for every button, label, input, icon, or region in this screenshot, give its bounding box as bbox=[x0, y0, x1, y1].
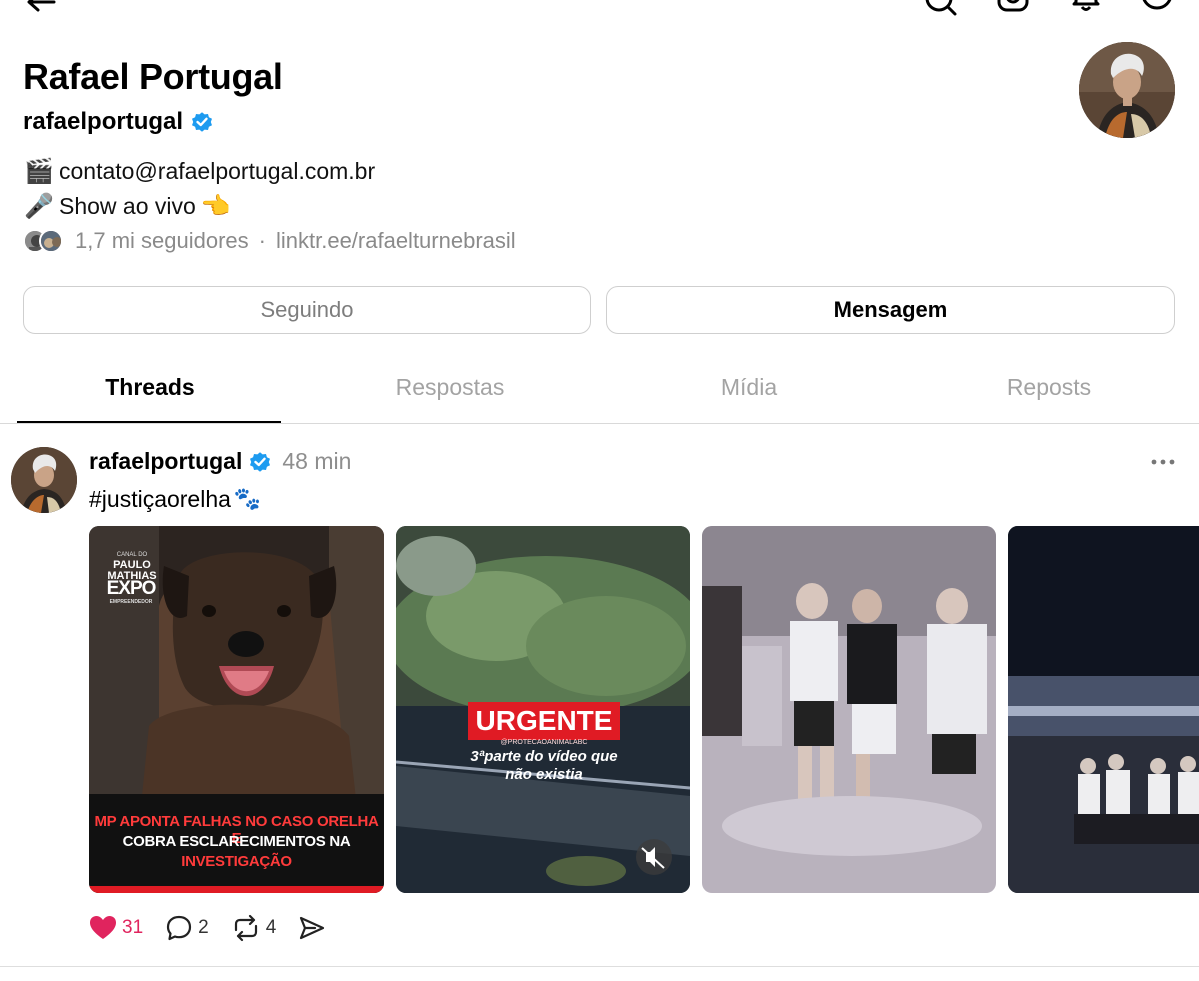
bio-email[interactable]: contato@rafaelportugal.com.br bbox=[59, 158, 375, 185]
send-icon bbox=[300, 916, 325, 940]
verified-badge-icon bbox=[192, 112, 213, 132]
post-media-3[interactable] bbox=[702, 526, 996, 893]
repost-action[interactable]: 4 bbox=[231, 914, 277, 942]
follower-avatars[interactable] bbox=[23, 228, 67, 254]
expo-sub: EMPREENDEDOR bbox=[109, 599, 153, 605]
post-header: rafaelportugal 48 min bbox=[89, 448, 351, 475]
bell-icon[interactable] bbox=[1068, 0, 1104, 18]
reply-action[interactable]: 2 bbox=[165, 914, 209, 942]
share-action[interactable] bbox=[298, 914, 331, 942]
back-arrow-icon[interactable] bbox=[24, 0, 58, 16]
headline-line3: INVESTIGAÇÃO bbox=[181, 853, 292, 870]
profile-name: Rafael Portugal bbox=[23, 56, 283, 97]
profile-link[interactable]: linktr.ee/rafaelturnebrasil bbox=[276, 228, 516, 254]
followers-row: 1,7 mi seguidores · linktr.ee/rafaelturn… bbox=[23, 228, 516, 254]
urgent-caption-line1: 3ªparte do vídeo que bbox=[470, 748, 618, 765]
headline-line2: COBRA ESCLARECIMENTOS NA bbox=[122, 833, 351, 850]
followers-count[interactable]: 1,7 mi seguidores bbox=[75, 228, 249, 254]
like-count: 31 bbox=[122, 917, 144, 938]
pointing-hand-emoji: 👈 bbox=[200, 192, 231, 220]
tab-threads[interactable]: Threads bbox=[0, 374, 300, 401]
post-avatar[interactable] bbox=[11, 447, 77, 513]
following-button[interactable]: Seguindo bbox=[23, 286, 591, 334]
post-username[interactable]: rafaelportugal bbox=[89, 448, 242, 475]
separator-dot: · bbox=[258, 228, 266, 253]
profile-avatar[interactable] bbox=[1079, 42, 1175, 138]
like-action[interactable]: 31 bbox=[89, 915, 143, 941]
repost-icon bbox=[234, 914, 257, 942]
post-media-1[interactable]: CANAL DO PAULO MATHIAS EXPO EMPREENDEDOR… bbox=[89, 526, 384, 893]
instagram-icon[interactable] bbox=[996, 0, 1032, 18]
post-media-4[interactable] bbox=[1008, 526, 1199, 893]
follower-avatar bbox=[39, 229, 63, 253]
tab-reposts[interactable]: Reposts bbox=[899, 374, 1199, 401]
urgent-badge: URGENTE bbox=[468, 702, 620, 740]
heart-filled-icon bbox=[90, 916, 116, 939]
urgent-source: @PROTECAOANIMALABC bbox=[500, 739, 588, 746]
verified-badge-icon bbox=[250, 451, 271, 472]
top-bar bbox=[0, 0, 1199, 20]
bio-email-line: 🎬 contato@rafaelportugal.com.br bbox=[23, 157, 375, 185]
profile-handle: rafaelportugal bbox=[23, 108, 184, 135]
tab-respostas[interactable]: Respostas bbox=[300, 374, 600, 401]
tab-midia[interactable]: Mídia bbox=[599, 374, 899, 401]
microphone-emoji: 🎤 bbox=[24, 192, 54, 220]
clapperboard-emoji: 🎬 bbox=[24, 157, 54, 185]
post-text: #justiçaorelha 🐾 bbox=[89, 486, 261, 513]
post-hashtag[interactable]: #justiçaorelha bbox=[89, 486, 231, 513]
active-tab-indicator bbox=[17, 421, 281, 423]
message-button[interactable]: Mensagem bbox=[606, 286, 1175, 334]
bio-show-text: Show ao vivo bbox=[59, 192, 196, 219]
urgent-caption-line2: não existia bbox=[505, 766, 583, 783]
paw-prints-emoji: 🐾 bbox=[233, 487, 262, 512]
reply-count: 2 bbox=[198, 917, 209, 938]
more-circle-icon[interactable] bbox=[1140, 0, 1176, 18]
profile-tabs: Threads Respostas Mídia Reposts bbox=[0, 360, 1199, 424]
bio-show-line: 🎤 Show ao vivo 👈 bbox=[23, 192, 232, 220]
search-icon[interactable] bbox=[922, 0, 958, 18]
profile-handle-row: rafaelportugal bbox=[23, 108, 214, 136]
post-actions: 31 2 4 bbox=[89, 914, 353, 942]
post-more-icon[interactable] bbox=[1150, 452, 1176, 472]
post-media-2[interactable]: URGENTE @PROTECAOANIMALABC 3ªparte do ví… bbox=[396, 526, 690, 893]
post-timestamp: 48 min bbox=[282, 448, 352, 474]
post-divider bbox=[0, 966, 1199, 967]
repost-count: 4 bbox=[265, 917, 277, 938]
channel-name: PAULO MATHIAS bbox=[103, 548, 161, 582]
expo-logo: EXPO bbox=[106, 578, 157, 599]
comment-icon bbox=[167, 915, 192, 941]
